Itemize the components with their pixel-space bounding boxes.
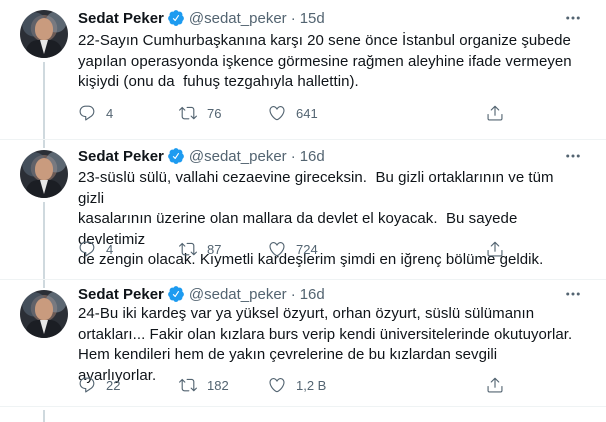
more-icon[interactable] bbox=[562, 284, 584, 304]
timestamp[interactable]: 16d bbox=[300, 286, 325, 303]
tweet-actions: 4 76 641 bbox=[78, 103, 578, 123]
tweet-header: Sedat Peker @sedat_peker · 16d bbox=[78, 284, 325, 304]
author-handle[interactable]: @sedat_peker bbox=[189, 148, 287, 165]
retweet-count: 76 bbox=[207, 105, 222, 121]
retweet-icon bbox=[179, 106, 197, 120]
like-button[interactable]: 724 bbox=[268, 239, 318, 259]
reply-button[interactable]: 22 bbox=[78, 375, 120, 395]
author-handle[interactable]: @sedat_peker bbox=[189, 10, 287, 27]
share-icon bbox=[487, 377, 503, 393]
thread-line bbox=[43, 62, 45, 140]
tweet-2[interactable]: Sedat Peker @sedat_peker · 16d 23-süslü … bbox=[0, 140, 606, 280]
share-icon bbox=[487, 105, 503, 121]
share-button[interactable] bbox=[486, 239, 514, 259]
like-button[interactable]: 641 bbox=[268, 103, 318, 123]
tweet-text: 22-Sayın Cumhurbaşkanına karşı 20 sene ö… bbox=[78, 32, 572, 90]
separator: · bbox=[290, 9, 296, 27]
more-icon[interactable] bbox=[562, 8, 584, 28]
like-count: 641 bbox=[296, 105, 318, 121]
tweet-1[interactable]: Sedat Peker @sedat_peker · 15d 22-Sayın … bbox=[0, 0, 606, 140]
avatar[interactable] bbox=[20, 10, 68, 58]
retweet-icon bbox=[179, 378, 197, 392]
verified-badge-icon bbox=[168, 148, 184, 164]
retweet-icon bbox=[179, 242, 197, 256]
retweet-button[interactable]: 76 bbox=[179, 103, 221, 123]
reply-icon bbox=[79, 241, 95, 257]
tweet-text: 24-Bu iki kardeş var ya yüksel özyurt, o… bbox=[78, 305, 573, 384]
like-icon bbox=[269, 242, 285, 257]
avatar[interactable] bbox=[20, 290, 68, 338]
retweet-button[interactable]: 182 bbox=[179, 375, 229, 395]
separator: · bbox=[290, 147, 296, 165]
like-count: 1,2 B bbox=[296, 377, 327, 393]
tweet-header: Sedat Peker @sedat_peker · 16d bbox=[78, 146, 325, 166]
avatar[interactable] bbox=[20, 150, 68, 198]
author-name[interactable]: Sedat Peker bbox=[78, 286, 164, 303]
reply-button[interactable]: 4 bbox=[78, 103, 113, 123]
divider bbox=[0, 406, 606, 407]
timestamp[interactable]: 15d bbox=[300, 10, 325, 27]
verified-badge-icon bbox=[168, 10, 184, 26]
thread-line bbox=[43, 202, 45, 280]
thread-line bbox=[43, 140, 45, 148]
retweet-count: 182 bbox=[207, 377, 229, 393]
reply-icon bbox=[79, 105, 95, 121]
like-count: 724 bbox=[296, 241, 318, 257]
like-icon bbox=[269, 378, 285, 393]
share-button[interactable] bbox=[486, 103, 514, 123]
like-button[interactable]: 1,2 B bbox=[268, 375, 326, 395]
author-name[interactable]: Sedat Peker bbox=[78, 10, 164, 27]
thread-line bbox=[43, 280, 45, 288]
like-icon bbox=[269, 106, 285, 121]
thread-line bbox=[43, 410, 45, 422]
reply-icon bbox=[79, 377, 95, 393]
author-handle[interactable]: @sedat_peker bbox=[189, 286, 287, 303]
tweet-actions: 22 182 1,2 B bbox=[78, 375, 578, 395]
separator: · bbox=[290, 285, 296, 303]
tweet-3[interactable]: Sedat Peker @sedat_peker · 16d 24-Bu iki… bbox=[0, 280, 606, 422]
timestamp[interactable]: 16d bbox=[300, 148, 325, 165]
author-name[interactable]: Sedat Peker bbox=[78, 148, 164, 165]
share-icon bbox=[487, 241, 503, 257]
reply-count: 4 bbox=[106, 241, 114, 257]
tweet-header: Sedat Peker @sedat_peker · 15d bbox=[78, 8, 325, 28]
retweet-count: 87 bbox=[207, 241, 222, 257]
reply-count: 4 bbox=[106, 105, 114, 121]
reply-button[interactable]: 4 bbox=[78, 239, 113, 259]
tweet-actions: 4 87 724 bbox=[78, 239, 578, 259]
reply-count: 22 bbox=[106, 377, 121, 393]
verified-badge-icon bbox=[168, 286, 184, 302]
more-icon[interactable] bbox=[562, 146, 584, 166]
share-button[interactable] bbox=[486, 375, 514, 395]
retweet-button[interactable]: 87 bbox=[179, 239, 221, 259]
